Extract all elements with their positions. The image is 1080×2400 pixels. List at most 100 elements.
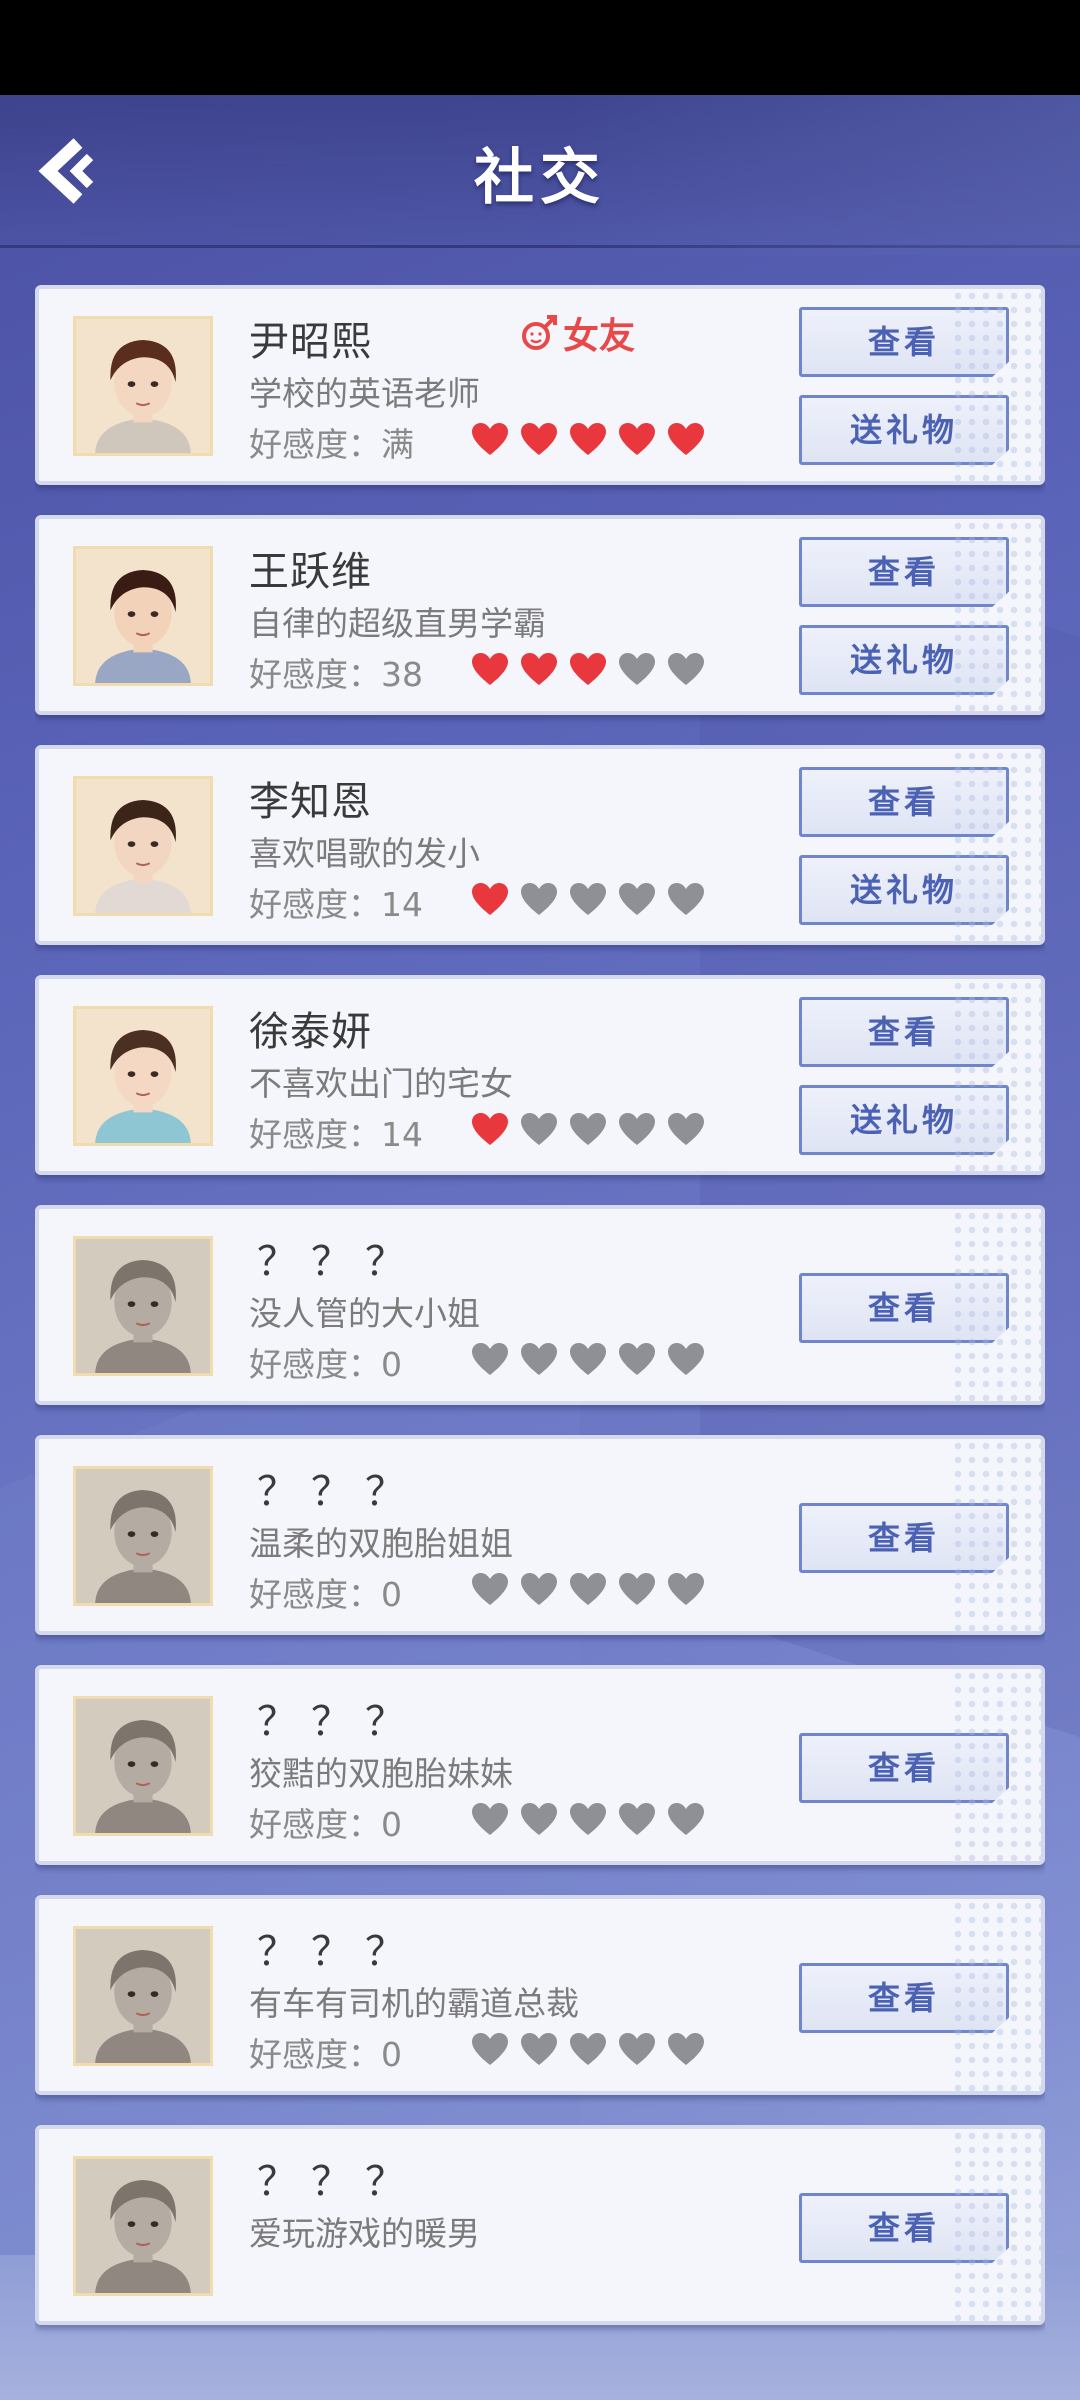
- character-name: ？？？: [257, 1469, 419, 1515]
- view-button[interactable]: 查看: [799, 1963, 1009, 2033]
- heart-empty-icon: [569, 1802, 607, 1836]
- heart-filled-icon: [618, 422, 656, 456]
- character-card: 王跃维自律的超级直男学霸 好感度：38 查看送礼物: [35, 515, 1045, 715]
- male-symbol-icon: [522, 315, 557, 350]
- character-card: ？？？ 有车有司机的霸道总裁 好感度：0 查看: [35, 1895, 1045, 2095]
- heart-filled-icon: [471, 652, 509, 686]
- send-gift-button[interactable]: 送礼物: [799, 1085, 1009, 1155]
- girlfriend-label: 女友: [563, 316, 636, 357]
- character-name: 徐泰妍: [249, 1009, 372, 1055]
- view-button[interactable]: 查看: [799, 537, 1009, 607]
- character-name: ？？？: [257, 1929, 419, 1975]
- heart-filled-icon: [569, 652, 607, 686]
- heart-empty-icon: [471, 2032, 509, 2066]
- character-name: ？？？: [257, 1699, 419, 1745]
- affinity-hearts: [471, 652, 721, 692]
- character-card: ？？？ 没人管的大小姐 好感度：0 查看: [35, 1205, 1045, 1405]
- page-title: 社交: [474, 143, 606, 213]
- social-screen: 社交 尹昭熙 女友 学校的英语老师 好感度：满 查看 送礼物 王跃维 自律的超级直男学霸 好感度…: [0, 95, 1080, 2400]
- heart-empty-icon: [520, 882, 558, 916]
- heart-empty-icon: [618, 882, 656, 916]
- heart-empty-icon: [569, 1112, 607, 1146]
- heart-empty-icon: [618, 1112, 656, 1146]
- character-description: 有车有司机的霸道总裁: [249, 1984, 579, 2023]
- view-button[interactable]: 查看: [799, 2193, 1009, 2263]
- send-gift-button[interactable]: 送礼物: [799, 395, 1009, 465]
- heart-empty-icon: [667, 1342, 705, 1376]
- character-name: 王跃维: [249, 549, 372, 595]
- view-button[interactable]: 查看: [799, 997, 1009, 1067]
- heart-empty-icon: [471, 1802, 509, 1836]
- affinity-hearts: [471, 422, 721, 462]
- heart-filled-icon: [471, 1112, 509, 1146]
- affinity-text: 好感度：38: [249, 655, 423, 694]
- character-name: 李知恩: [249, 779, 372, 825]
- heart-empty-icon: [471, 1342, 509, 1376]
- heart-empty-icon: [520, 1802, 558, 1836]
- view-button[interactable]: 查看: [799, 307, 1009, 377]
- view-button[interactable]: 查看: [799, 1273, 1009, 1343]
- affinity-hearts: [471, 2032, 721, 2072]
- character-description: 自律的超级直男学霸: [249, 604, 546, 643]
- character-list[interactable]: 尹昭熙 女友 学校的英语老师 好感度：满 查看 送礼物 王跃维 自律的超级直男学霸 好感度：38…: [35, 285, 1045, 2345]
- send-gift-button[interactable]: 送礼物: [799, 625, 1009, 695]
- heart-empty-icon: [667, 882, 705, 916]
- character-avatar: [73, 546, 213, 686]
- heart-empty-icon: [569, 2032, 607, 2066]
- affinity-text: 好感度：0: [249, 1575, 402, 1614]
- heart-empty-icon: [569, 1572, 607, 1606]
- view-button[interactable]: 查看: [799, 1503, 1009, 1573]
- heart-filled-icon: [471, 882, 509, 916]
- heart-empty-icon: [667, 652, 705, 686]
- affinity-text: 好感度：满: [249, 425, 414, 464]
- character-avatar: [73, 1006, 213, 1146]
- affinity-hearts: [471, 882, 721, 922]
- heart-empty-icon: [667, 1112, 705, 1146]
- heart-empty-icon: [520, 1342, 558, 1376]
- heart-filled-icon: [471, 422, 509, 456]
- character-avatar: [73, 2156, 213, 2296]
- heart-filled-icon: [520, 422, 558, 456]
- character-avatar: [73, 316, 213, 456]
- heart-empty-icon: [520, 2032, 558, 2066]
- affinity-hearts: [471, 1802, 721, 1842]
- character-card: 徐泰妍不喜欢出门的宅女 好感度：14 查看送礼物: [35, 975, 1045, 1175]
- affinity-text: 好感度：14: [249, 885, 423, 924]
- character-description: 不喜欢出门的宅女: [249, 1064, 513, 1103]
- character-avatar: [73, 1696, 213, 1836]
- character-name: ？？？: [257, 1239, 419, 1285]
- character-name: 尹昭熙: [249, 319, 372, 365]
- heart-empty-icon: [618, 1802, 656, 1836]
- affinity-text: 好感度：0: [249, 2035, 402, 2074]
- character-card: 尹昭熙 女友 学校的英语老师 好感度：满 查看 送礼物: [35, 285, 1045, 485]
- character-avatar: [73, 1926, 213, 2066]
- character-name: ？？？: [257, 2159, 419, 2205]
- view-button[interactable]: 查看: [799, 1733, 1009, 1803]
- character-avatar: [73, 1236, 213, 1376]
- character-card: ？？？ 爱玩游戏的暖男 查看: [35, 2125, 1045, 2325]
- character-description: 没人管的大小姐: [249, 1294, 480, 1333]
- header-bar: 社交: [0, 95, 1080, 255]
- affinity-text: 好感度：0: [249, 1805, 402, 1844]
- character-avatar: [73, 1466, 213, 1606]
- affinity-hearts: [471, 1112, 721, 1152]
- character-description: 爱玩游戏的暖男: [249, 2214, 480, 2253]
- heart-empty-icon: [618, 2032, 656, 2066]
- heart-filled-icon: [569, 422, 607, 456]
- girlfriend-badge: 女友: [519, 311, 635, 357]
- send-gift-button[interactable]: 送礼物: [799, 855, 1009, 925]
- character-description: 温柔的双胞胎姐姐: [249, 1524, 513, 1563]
- character-card: ？？？ 狡黠的双胞胎妹妹 好感度：0 查看: [35, 1665, 1045, 1865]
- heart-empty-icon: [520, 1572, 558, 1606]
- affinity-text: 好感度：0: [249, 1345, 402, 1384]
- character-card: ？？？ 温柔的双胞胎姐姐 好感度：0 查看: [35, 1435, 1045, 1635]
- heart-empty-icon: [667, 1572, 705, 1606]
- heart-empty-icon: [569, 1342, 607, 1376]
- heart-empty-icon: [667, 2032, 705, 2066]
- affinity-text: 好感度：14: [249, 1115, 423, 1154]
- heart-empty-icon: [618, 1572, 656, 1606]
- view-button[interactable]: 查看: [799, 767, 1009, 837]
- character-description: 喜欢唱歌的发小: [249, 834, 480, 873]
- heart-empty-icon: [618, 1342, 656, 1376]
- heart-empty-icon: [520, 1112, 558, 1146]
